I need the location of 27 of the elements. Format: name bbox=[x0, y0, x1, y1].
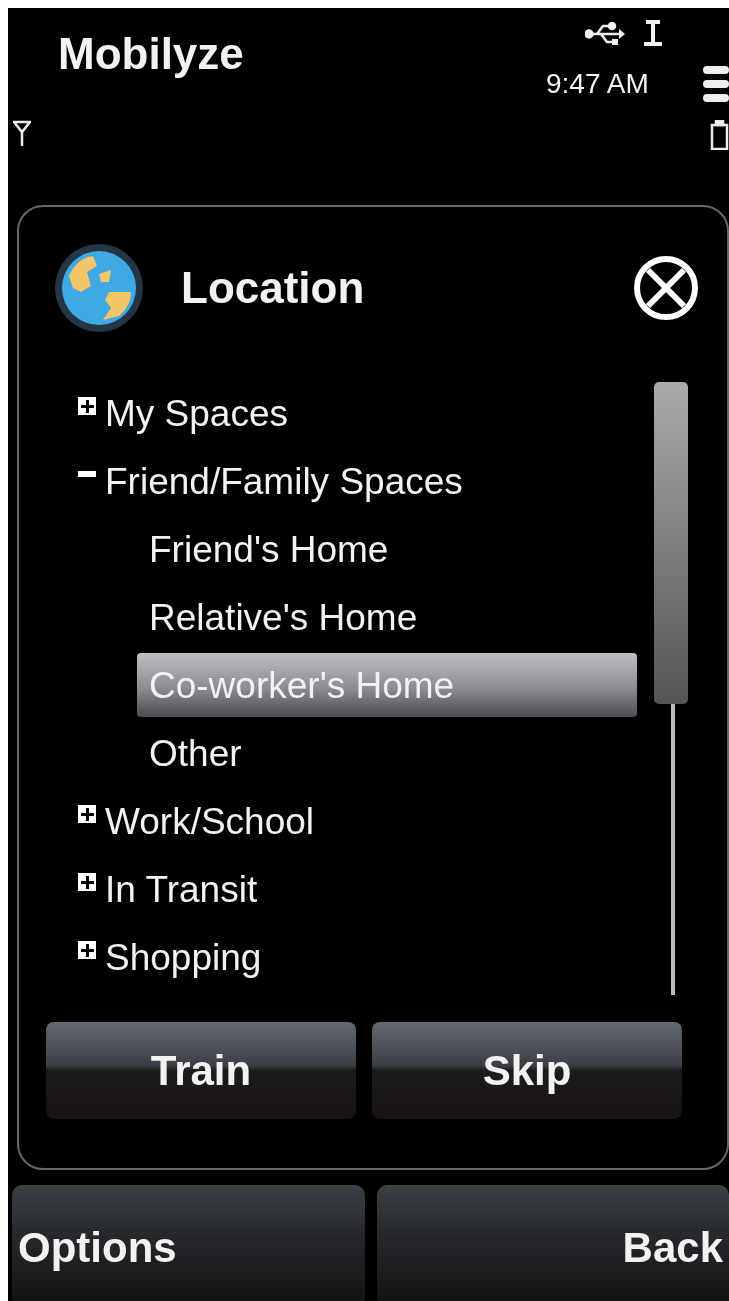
tree-item[interactable]: Work/School bbox=[105, 802, 315, 840]
battery-icon bbox=[710, 120, 729, 150]
tree-item[interactable]: In Transit bbox=[105, 870, 258, 908]
antenna-icon bbox=[642, 20, 664, 46]
close-icon[interactable] bbox=[633, 255, 699, 321]
train-button[interactable]: Train bbox=[46, 1022, 356, 1119]
tree-item[interactable]: Friend's Home bbox=[59, 515, 649, 583]
expand-icon[interactable] bbox=[77, 804, 97, 824]
tree-item[interactable]: Relative's Home bbox=[59, 583, 649, 651]
globe-icon bbox=[53, 242, 145, 334]
clock-time: 9:47 AM bbox=[546, 70, 649, 98]
dialog-title: Location bbox=[181, 262, 366, 314]
tree-item[interactable]: Friend/Family Spaces bbox=[105, 462, 463, 500]
tree-item[interactable]: Other bbox=[59, 719, 649, 787]
skip-button[interactable]: Skip bbox=[372, 1022, 682, 1119]
options-softkey[interactable]: Options bbox=[12, 1185, 365, 1301]
tree-item[interactable]: Shopping bbox=[105, 938, 262, 976]
signal-icon bbox=[13, 120, 31, 146]
expand-icon[interactable] bbox=[77, 396, 97, 416]
tree-item[interactable]: My Spaces bbox=[105, 394, 288, 432]
expand-icon[interactable] bbox=[77, 872, 97, 892]
app-title: Mobilyze bbox=[58, 32, 244, 76]
scrollbar-thumb[interactable] bbox=[654, 382, 688, 704]
back-softkey[interactable]: Back bbox=[376, 1185, 729, 1301]
usb-icon bbox=[585, 22, 625, 46]
menu-icon bbox=[703, 66, 729, 102]
expand-icon[interactable] bbox=[77, 940, 97, 960]
